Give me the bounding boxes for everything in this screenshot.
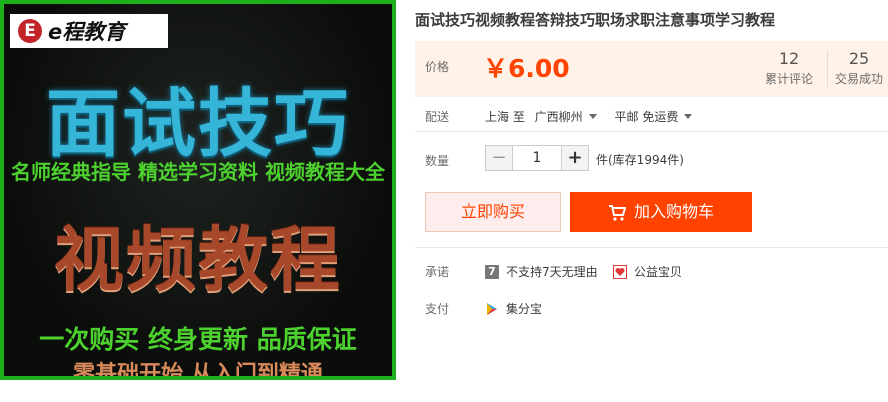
- buy-now-button[interactable]: 立即购买: [425, 192, 561, 232]
- sales-label: 交易成功: [835, 72, 884, 86]
- divider: [415, 247, 888, 248]
- shipping-from: 上海 至: [485, 110, 525, 124]
- quantity-stepper: − 1 +: [485, 145, 589, 171]
- shipping-destination-select[interactable]: 广西柳州: [535, 110, 615, 124]
- image-headline-secondary: 视频教程: [54, 219, 342, 301]
- reviews-count: 12: [778, 49, 800, 68]
- add-to-cart-button[interactable]: 加入购物车: [570, 192, 752, 232]
- logo-mark: E: [18, 19, 42, 43]
- sales-stat: 25 交易成功: [835, 49, 883, 87]
- charity-promise[interactable]: 公益宝贝: [613, 263, 682, 280]
- quantity-label: 数量: [425, 154, 450, 168]
- promise-label: 承诺: [425, 265, 450, 279]
- stat-divider: [827, 51, 828, 87]
- stock-info: 件(库存1994件): [596, 153, 684, 167]
- chevron-down-icon: [684, 114, 693, 119]
- image-slogan-secondary: 零基础开始 从入门到精通: [73, 362, 323, 380]
- price-value: ￥6.00: [483, 54, 570, 83]
- cart-icon: [608, 204, 626, 221]
- charity-heart-icon: [613, 264, 627, 279]
- payment-method[interactable]: 集分宝: [485, 300, 542, 317]
- payment-method-text: 集分宝: [506, 302, 543, 316]
- shipping-info: 上海 至 广西柳州 平邮 免运费: [485, 108, 706, 125]
- image-headline: 面试技巧: [46, 81, 350, 167]
- charity-text: 公益宝贝: [634, 265, 683, 279]
- price-panel: 价格 ￥6.00 12 累计评论 25 交易成功: [415, 41, 888, 97]
- product-image[interactable]: E e程教育 面试技巧 名师经典指导 精选学习资料 视频教程大全 视频教程 一次…: [0, 0, 396, 380]
- reviews-label: 累计评论: [765, 72, 814, 86]
- product-title: 面试技巧视频教程答辩技巧职场求职注意事项学习教程: [415, 11, 776, 29]
- increment-button[interactable]: +: [561, 145, 589, 171]
- seven-day-icon: 7: [485, 264, 499, 279]
- price-label: 价格: [425, 60, 450, 74]
- quantity-input[interactable]: 1: [513, 145, 561, 171]
- shipping-method-select[interactable]: 平邮 免运费: [615, 110, 707, 124]
- image-slogan: 一次购买 终身更新 品质保证: [39, 325, 357, 354]
- reviews-stat[interactable]: 12 累计评论: [765, 49, 813, 87]
- logo-text: e程教育: [48, 20, 126, 44]
- shipping-method: 平邮 免运费: [614, 110, 679, 124]
- brand-logo: E e程教育: [10, 14, 168, 48]
- no-return-promise[interactable]: 7 不支持7天无理由: [485, 263, 598, 280]
- no-return-text: 不支持7天无理由: [506, 265, 598, 279]
- add-to-cart-label: 加入购物车: [633, 202, 714, 221]
- chevron-down-icon: [588, 114, 597, 119]
- sales-count: 25: [848, 49, 870, 68]
- image-tagline: 名师经典指导 精选学习资料 视频教程大全: [11, 160, 385, 184]
- shipping-label: 配送: [425, 110, 450, 124]
- shipping-destination: 广西柳州: [534, 110, 583, 124]
- payment-label: 支付: [425, 302, 450, 316]
- divider: [415, 131, 888, 132]
- jifenbao-icon: [485, 301, 499, 316]
- decrement-button[interactable]: −: [485, 145, 513, 171]
